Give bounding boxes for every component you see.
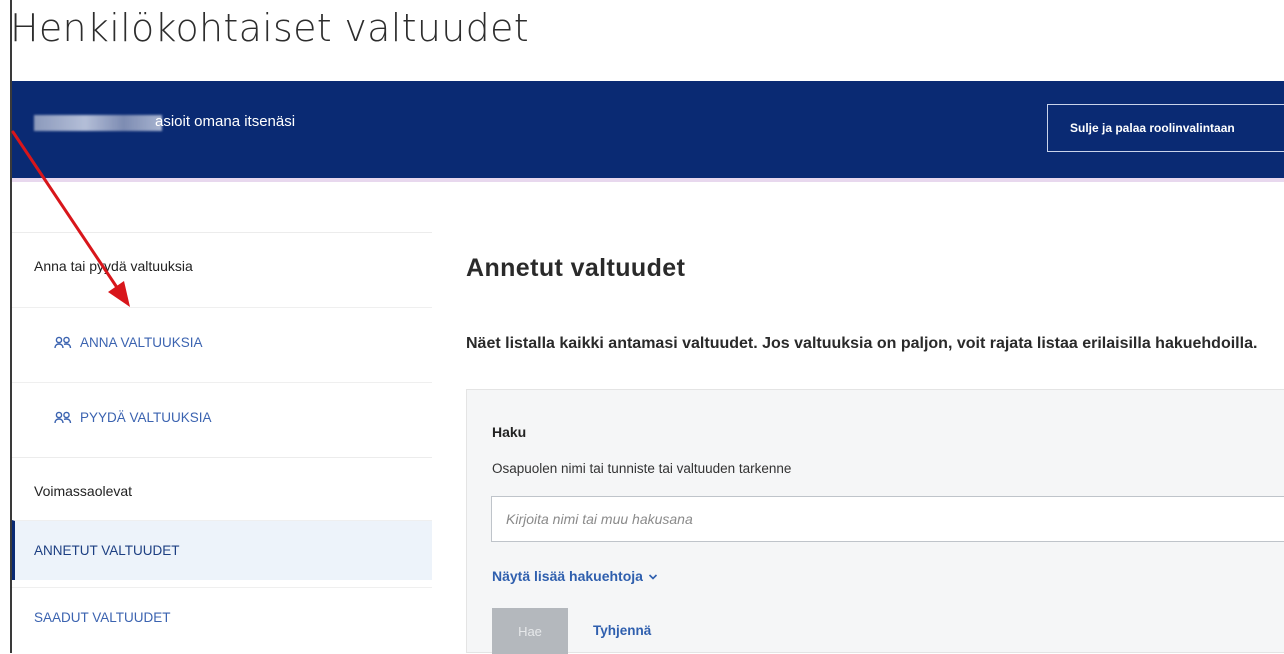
main-title: Annetut valtuudet [466,254,686,282]
sidebar-item-label: ANNA VALTUUKSIA [80,335,203,350]
sidebar-item-pyyda-valtuuksia[interactable]: PYYDÄ VALTUUKSIA [12,382,432,452]
close-and-return-button[interactable]: Sulje ja palaa roolinvalintaan [1047,104,1284,152]
sidebar-item-saadut-valtuudet[interactable]: SAADUT VALTUUDET [12,587,432,647]
sidebar-heading-give-request: Anna tai pyydä valtuuksia [12,232,432,298]
search-panel: Haku Osapuolen nimi tai tunniste tai val… [466,389,1284,654]
show-more-filters-link[interactable]: Näytä lisää hakuehtoja [492,568,658,584]
people-icon [54,336,72,350]
more-options-label: Näytä lisää hakuehtoja [492,568,643,584]
intro-text: Näet listalla kaikki antamasi valtuudet.… [466,335,1258,352]
redacted-user-name [34,115,162,131]
page-title: Henkilökohtaiset valtuudet [10,6,529,50]
chevron-down-icon [648,568,658,584]
sidebar-item-anna-valtuuksia[interactable]: ANNA VALTUUKSIA [12,307,432,377]
people-icon [54,411,72,425]
sidebar-heading-voimassaolevat: Voimassaolevat [12,457,432,523]
sidebar-item-label: PYYDÄ VALTUUKSIA [80,410,212,425]
sidebar-item-annetut-valtuudet[interactable]: ANNETUT VALTUUDET [12,520,432,580]
search-heading: Haku [492,424,527,440]
role-text: asioit omana itsenäsi [155,113,296,130]
search-field-label: Osapuolen nimi tai tunniste tai valtuude… [492,461,792,476]
search-input[interactable] [491,496,1284,542]
search-button[interactable]: Hae [492,608,568,654]
role-bar: asioit omana itsenäsi Sulje ja palaa roo… [12,81,1284,182]
clear-button[interactable]: Tyhjennä [593,623,651,638]
role-bar-accent-line [12,178,1284,182]
